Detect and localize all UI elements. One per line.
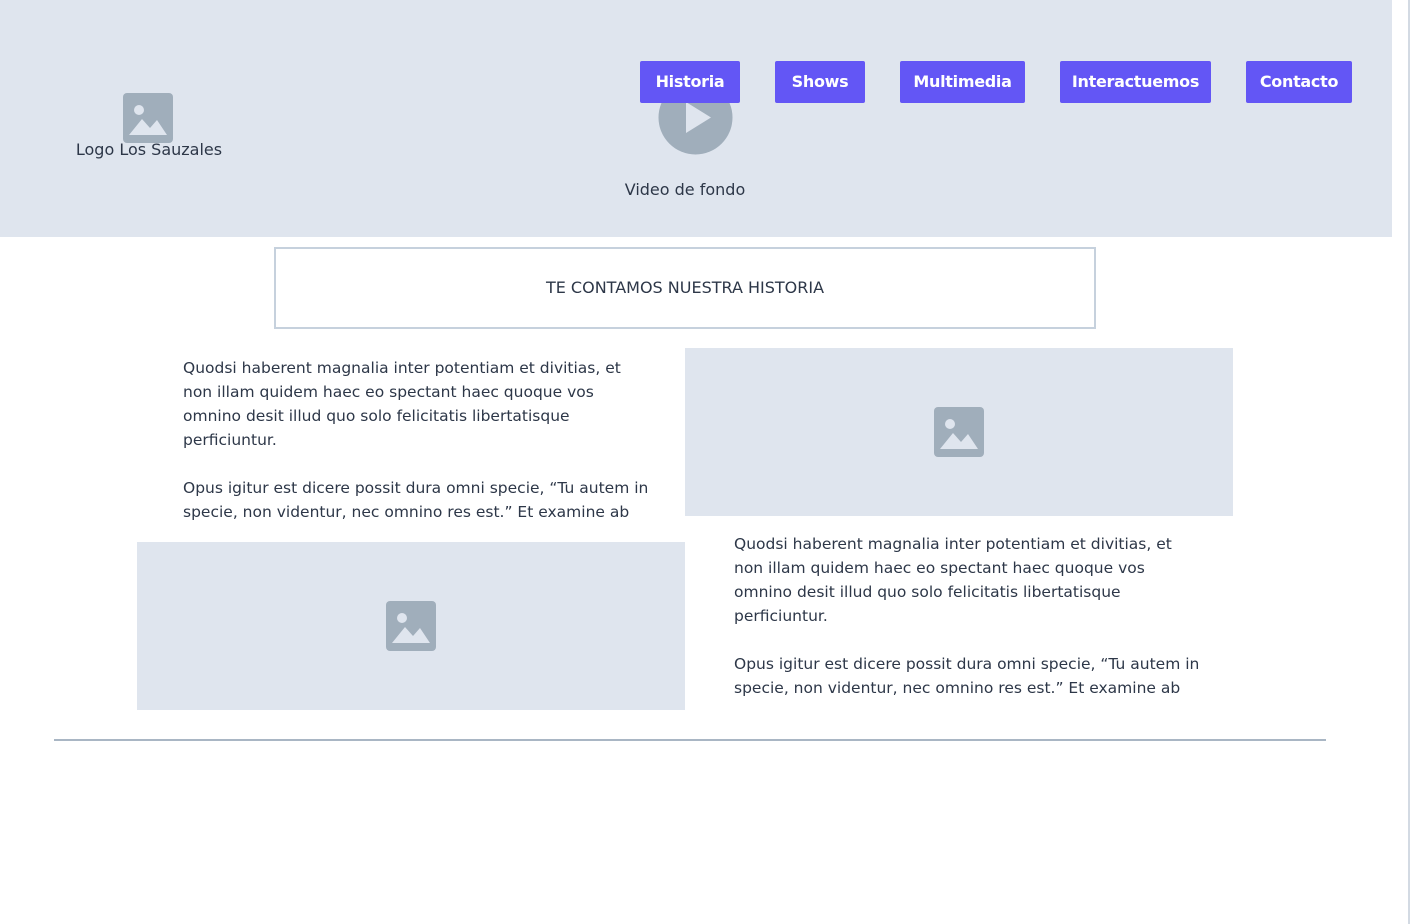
logo-caption: Logo Los Sauzales — [75, 140, 223, 159]
right-edge-divider — [1408, 0, 1410, 924]
history-paragraph: Opus igitur est dicere possit dura omni … — [734, 655, 1200, 697]
footer-divider — [54, 739, 1326, 741]
section-title: TE CONTAMOS NUESTRA HISTORIA — [545, 278, 825, 297]
nav-interactuemos-button[interactable]: Interactuemos — [1060, 61, 1211, 103]
history-paragraph: Quodsi haberent magnalia inter potentiam… — [734, 535, 1172, 625]
history-text-block-1: Quodsi haberent magnalia inter potentiam… — [183, 356, 653, 528]
history-paragraph: Quodsi haberent magnalia inter potentiam… — [183, 359, 621, 449]
page: Logo Los Sauzales Video de fondo Histori… — [0, 0, 1424, 924]
nav-contacto-button[interactable]: Contacto — [1246, 61, 1352, 103]
section-title-box: TE CONTAMOS NUESTRA HISTORIA — [274, 247, 1096, 329]
history-text-block-2: Quodsi haberent magnalia inter potentiam… — [734, 532, 1204, 704]
nav-multimedia-button[interactable]: Multimedia — [900, 61, 1025, 103]
image-placeholder-icon — [934, 407, 984, 457]
nav-shows-button[interactable]: Shows — [775, 61, 865, 103]
nav-historia-button[interactable]: Historia — [640, 61, 740, 103]
history-image-2 — [137, 542, 685, 710]
history-image-1 — [685, 348, 1233, 516]
hero-header: Logo Los Sauzales Video de fondo Histori… — [0, 0, 1392, 237]
history-paragraph: Opus igitur est dicere possit dura omni … — [183, 479, 649, 521]
video-caption: Video de fondo — [624, 180, 746, 199]
logo-image-icon — [123, 93, 173, 143]
image-placeholder-icon — [386, 601, 436, 651]
